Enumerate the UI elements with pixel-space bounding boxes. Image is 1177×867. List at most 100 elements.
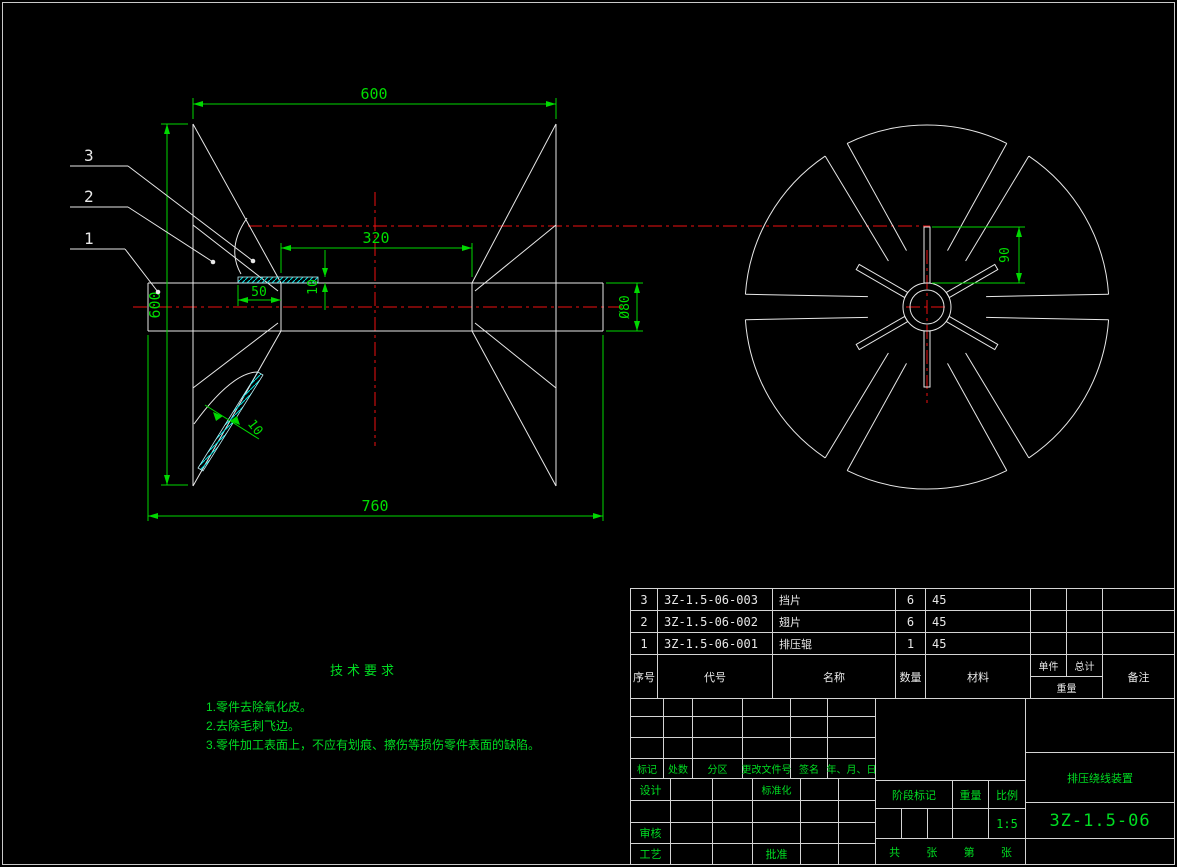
sig-cell xyxy=(753,823,801,844)
bom-header-weight: 重量 xyxy=(1031,677,1103,699)
bom-name: 翅片 xyxy=(773,611,896,633)
label-change-doc: 更改文件号 xyxy=(742,759,792,779)
balloon-2: 2 xyxy=(84,187,94,206)
rev-cell xyxy=(664,738,693,759)
bom-header-name: 名称 xyxy=(773,655,896,699)
sig-cell xyxy=(801,801,839,823)
company-cell xyxy=(876,699,1026,781)
scale-value: 1:5 xyxy=(989,809,1026,839)
stage-cell xyxy=(902,809,928,839)
bom-total-weight xyxy=(1067,611,1103,633)
bom-unit-weight xyxy=(1031,611,1067,633)
bom-total-weight xyxy=(1067,589,1103,611)
label-check: 审核 xyxy=(631,823,671,844)
bom-code: 3Z-1.5-06-001 xyxy=(658,633,773,655)
label-count: 处数 xyxy=(664,759,693,779)
dim-fin-height: 90 xyxy=(998,247,1013,263)
label-design: 设计 xyxy=(631,779,671,801)
stage-cell xyxy=(876,809,902,839)
sig-cell xyxy=(713,844,753,865)
bom-material: 45 xyxy=(926,589,1031,611)
centerlines xyxy=(133,192,949,446)
sig-cell xyxy=(839,844,876,865)
sig-cell xyxy=(801,779,839,801)
balloon-3: 3 xyxy=(84,146,94,165)
bom-unit-weight xyxy=(1031,589,1067,611)
label-page-unit: 张 xyxy=(1000,846,1012,859)
rev-cell xyxy=(828,699,876,717)
rev-cell xyxy=(828,738,876,759)
rev-cell xyxy=(631,738,664,759)
bom-seq: 2 xyxy=(631,611,658,633)
label-process: 工艺 xyxy=(631,844,671,865)
bottom-right-cell xyxy=(1026,839,1175,865)
bom-header-unit: 单件 xyxy=(1031,655,1067,677)
tech-req-item: 1.零件去除氧化皮。 xyxy=(206,700,313,714)
label-approve: 批准 xyxy=(753,844,801,865)
tech-req-item: 3.零件加工表面上，不应有划痕、擦伤等损伤零件表面的缺陷。 xyxy=(206,738,541,752)
sig-cell xyxy=(839,801,876,823)
sig-cell xyxy=(713,801,753,823)
rev-cell xyxy=(631,699,664,717)
dim-fin-offset: 50 xyxy=(251,285,267,300)
bom-remark xyxy=(1103,589,1175,611)
bom-name: 排压辊 xyxy=(773,633,896,655)
sig-cell xyxy=(839,779,876,801)
label-date: 年、月、日 xyxy=(827,759,877,779)
rev-cell xyxy=(791,738,828,759)
label-pages-unit: 张 xyxy=(926,846,938,859)
balloon-1: 1 xyxy=(84,229,94,248)
dim-top-width: 600 xyxy=(360,85,387,103)
label-zone: 分区 xyxy=(693,759,743,779)
sig-cell xyxy=(839,823,876,844)
tech-req-item: 2.去除毛刺飞边。 xyxy=(206,719,301,733)
tech-req-title: 技术要求 xyxy=(330,663,399,678)
label-scale: 比例 xyxy=(989,781,1026,809)
sig-cell xyxy=(671,823,713,844)
dimensions xyxy=(147,98,1025,521)
sig-cell xyxy=(671,844,713,865)
balloon-leaders xyxy=(70,165,254,293)
rev-cell xyxy=(693,699,743,717)
sig-cell xyxy=(713,779,753,801)
bom-qty: 6 xyxy=(896,611,926,633)
fin-hatch-sections xyxy=(197,276,319,472)
bom-qty: 6 xyxy=(896,589,926,611)
bom-header-code: 代号 xyxy=(658,655,773,699)
sig-cell xyxy=(671,801,713,823)
bom-total-weight xyxy=(1067,633,1103,655)
drawing-sheet: 600 600 320 50 10 Ø80 760 10 90 3 2 1 技术… xyxy=(0,0,1177,867)
bom-code: 3Z-1.5-06-003 xyxy=(658,589,773,611)
rev-cell xyxy=(664,717,693,738)
bom-seq: 3 xyxy=(631,589,658,611)
dim-drum-length: 320 xyxy=(362,229,389,247)
label-stage-mark: 阶段标记 xyxy=(876,781,953,809)
sig-cell xyxy=(801,823,839,844)
bom-header-remark: 备注 xyxy=(1103,655,1175,699)
sig-cell xyxy=(753,801,801,823)
weight-value xyxy=(953,809,989,839)
rev-cell xyxy=(791,699,828,717)
bom-unit-weight xyxy=(1031,633,1067,655)
label-mark: 标记 xyxy=(631,759,664,779)
rev-cell xyxy=(664,699,693,717)
bom-seq: 1 xyxy=(631,633,658,655)
rev-cell xyxy=(791,717,828,738)
label-standardize: 标准化 xyxy=(753,779,801,801)
dimension-arrows xyxy=(148,101,1022,519)
bom-header-material: 材料 xyxy=(926,655,1031,699)
sig-cell xyxy=(671,779,713,801)
sig-cell xyxy=(631,801,671,823)
bom-header-seq: 序号 xyxy=(631,655,658,699)
dim-fin-slant-thickness: 10 xyxy=(244,417,265,439)
dim-shaft-diameter: Ø80 xyxy=(618,295,633,318)
label-pages-total: 共 xyxy=(889,846,901,859)
dim-overall-length: 760 xyxy=(361,497,388,515)
rev-cell xyxy=(743,717,791,738)
org-cell xyxy=(1026,699,1175,753)
bom-remark xyxy=(1103,611,1175,633)
drawing-number: 3Z-1.5-06 xyxy=(1026,803,1175,839)
rev-cell xyxy=(743,699,791,717)
label-weight: 重量 xyxy=(953,781,989,809)
label-sign: 签名 xyxy=(791,759,828,779)
